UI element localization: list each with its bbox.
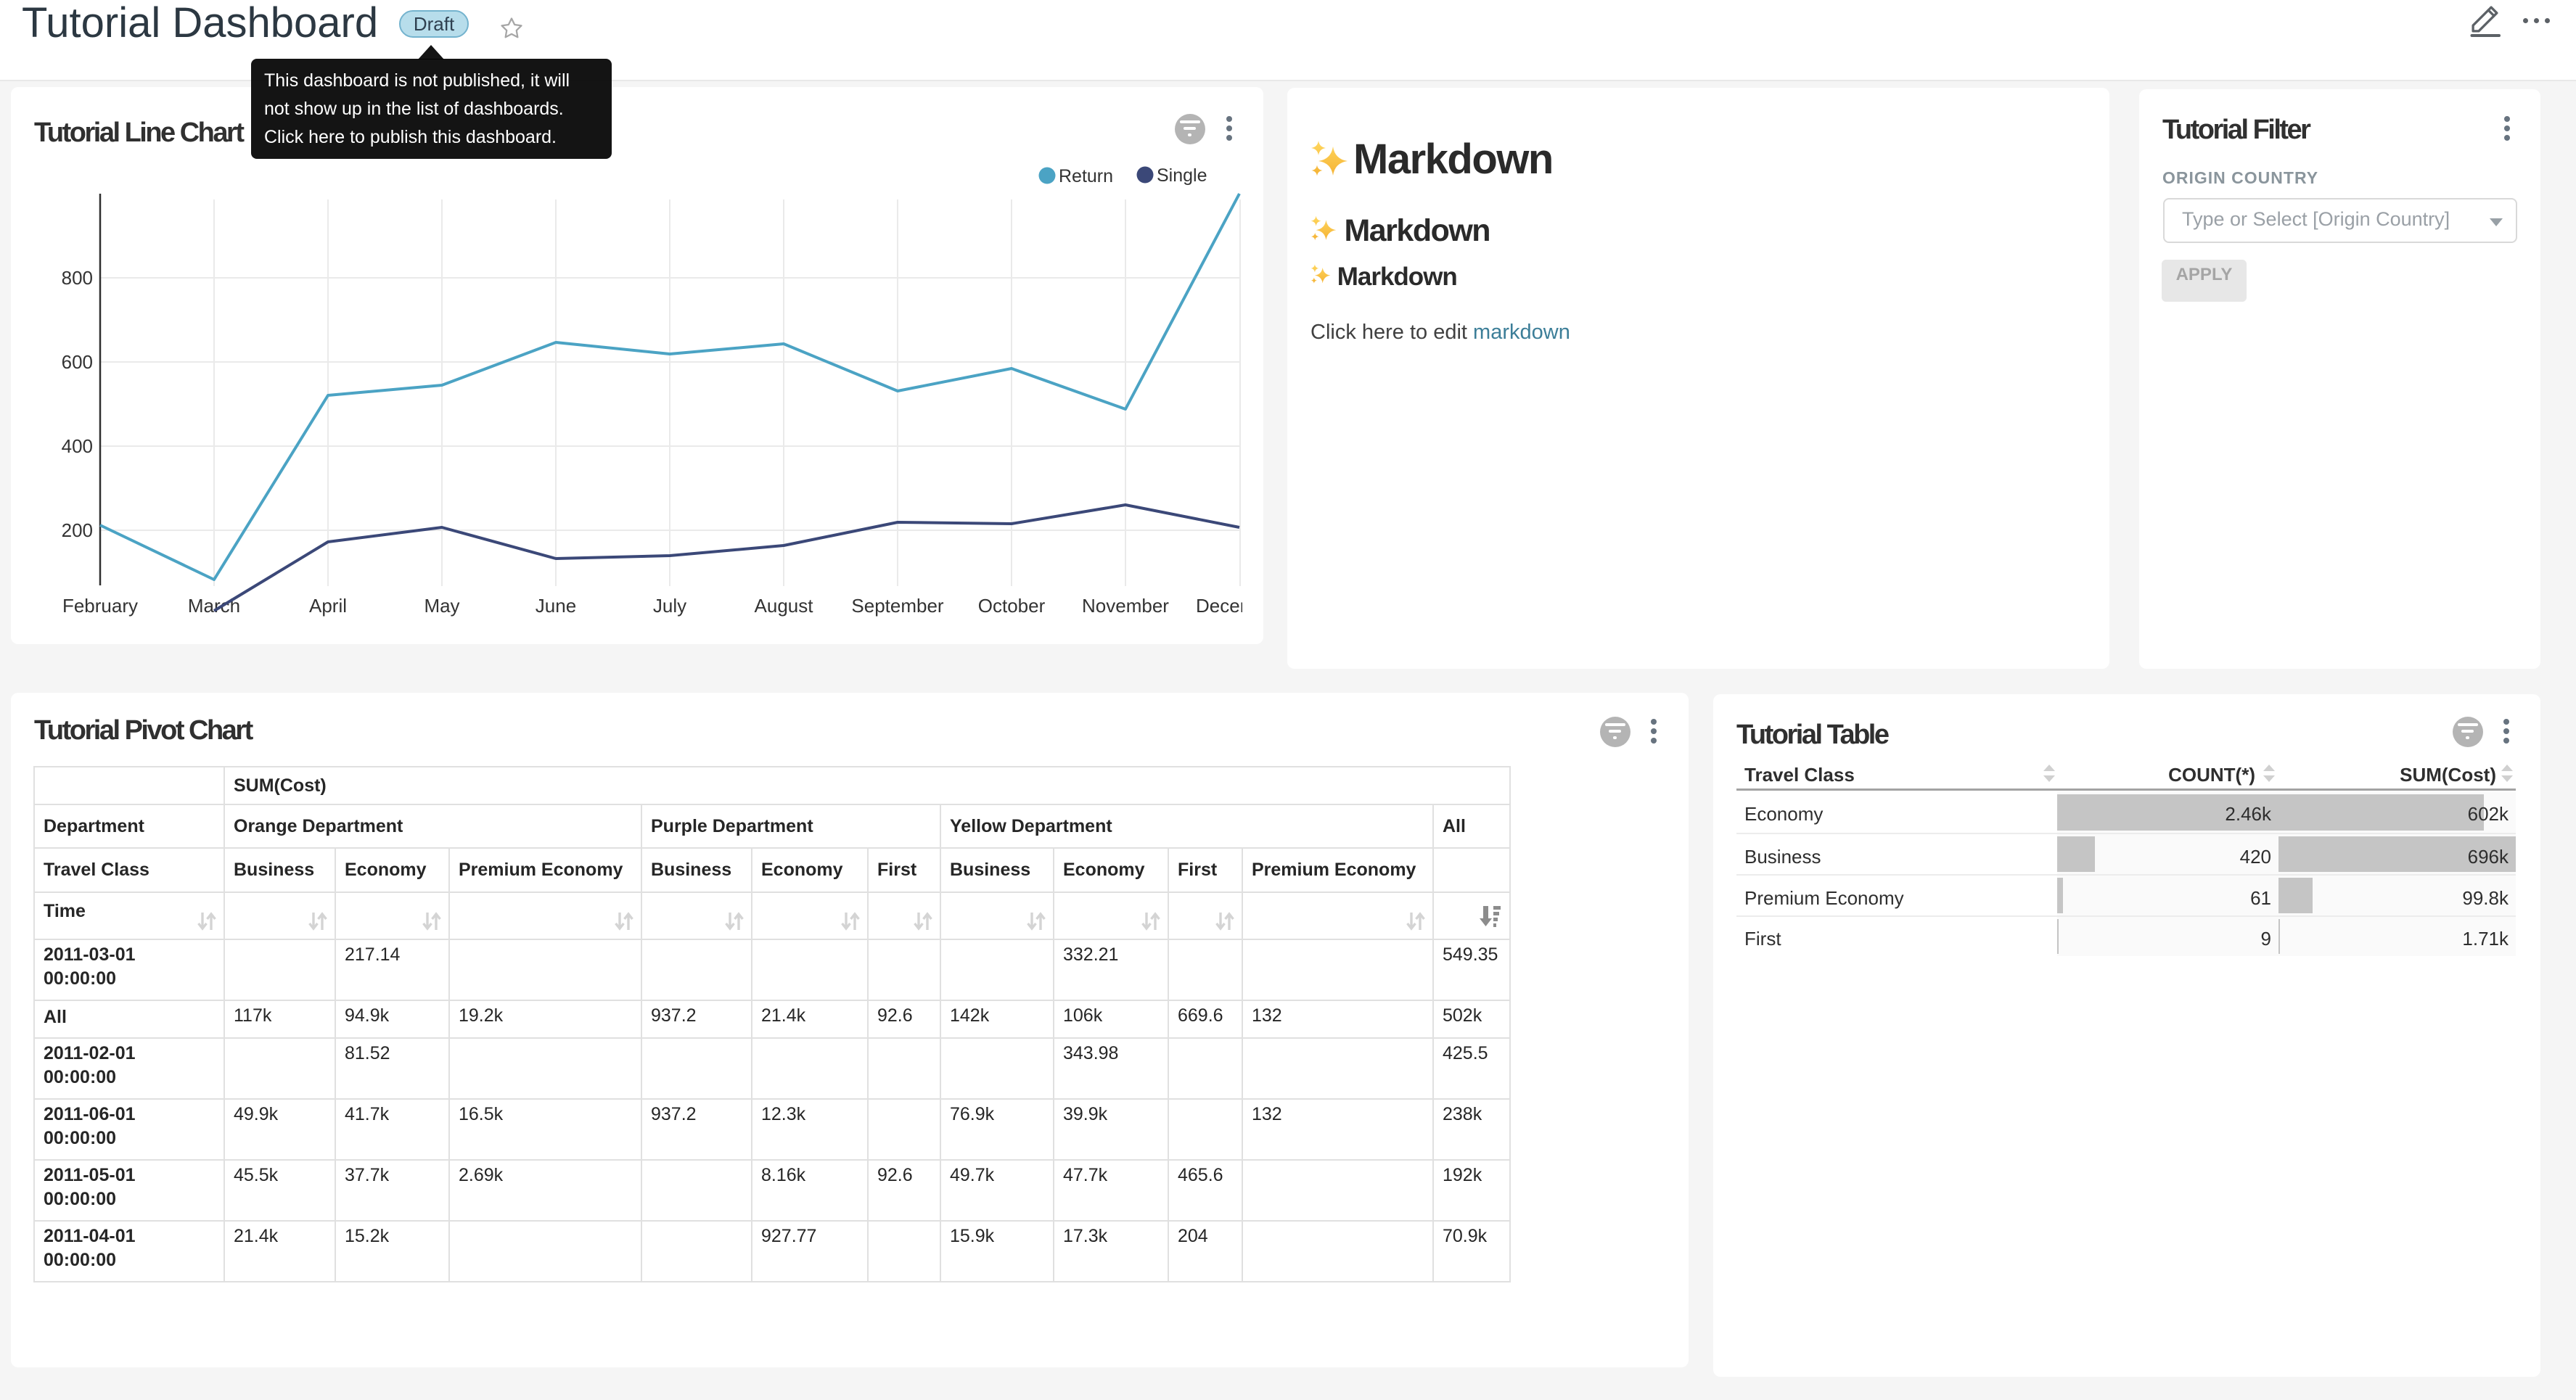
svg-text:February: February [62, 595, 138, 617]
svg-text:600: 600 [62, 351, 93, 373]
svg-text:April: April [309, 595, 347, 617]
svg-text:October: October [978, 595, 1046, 617]
svg-text:Single: Single [1157, 165, 1207, 186]
svg-text:200: 200 [62, 519, 93, 541]
svg-text:400: 400 [62, 435, 93, 457]
svg-text:May: May [424, 595, 459, 617]
svg-text:August: August [755, 595, 814, 617]
svg-text:November: November [1082, 595, 1169, 617]
svg-text:800: 800 [62, 267, 93, 289]
svg-text:June: June [536, 595, 576, 617]
svg-text:July: July [653, 595, 686, 617]
svg-text:September: September [851, 595, 944, 617]
svg-text:December: December [1196, 595, 1242, 617]
svg-text:Return: Return [1059, 166, 1113, 186]
